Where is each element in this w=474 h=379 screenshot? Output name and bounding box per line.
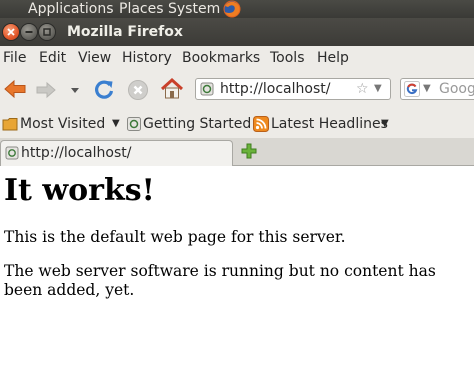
close-icon — [7, 28, 15, 36]
search-input[interactable]: Goog — [439, 79, 474, 99]
page-icon — [127, 117, 141, 131]
reload-icon[interactable] — [93, 79, 115, 101]
bookmark-getting-started[interactable]: Getting Started — [126, 110, 251, 138]
url-bar[interactable]: http://localhost/ ☆ ▼ — [195, 78, 391, 100]
most-visited-icon — [2, 118, 18, 131]
url-text[interactable]: http://localhost/ — [220, 79, 330, 99]
page-content: It works! This is the default web page f… — [0, 166, 474, 379]
close-button[interactable] — [3, 24, 19, 40]
bookmark-star-icon[interactable]: ☆ — [356, 81, 369, 97]
bookmark-most-visited[interactable]: Most Visited ▼ — [1, 110, 125, 138]
navigation-toolbar: http://localhost/ ☆ ▼ ▼ Goog — [0, 70, 474, 110]
chevron-down-icon: ▼ — [381, 118, 389, 129]
maximize-button[interactable] — [39, 24, 55, 40]
tab-strip: http://localhost/ — [0, 138, 474, 166]
stop-icon[interactable] — [127, 79, 149, 101]
bookmarks-toolbar: Most Visited ▼ Getting Started Latest He… — [0, 110, 474, 138]
tab-localhost[interactable]: http://localhost/ — [0, 140, 233, 166]
forward-arrow-icon[interactable] — [35, 81, 57, 99]
window-title: Mozilla Firefox — [67, 24, 183, 40]
system-menu[interactable]: System — [168, 0, 220, 18]
menu-help[interactable]: Help — [317, 46, 349, 70]
places-menu[interactable]: Places — [119, 0, 164, 18]
minimize-button[interactable] — [21, 24, 37, 40]
menu-bookmarks[interactable]: Bookmarks — [182, 46, 260, 70]
menu-view[interactable]: View — [78, 46, 111, 70]
applications-menu[interactable]: Applications — [28, 0, 114, 18]
rss-icon — [253, 116, 269, 132]
tab-label: http://localhost/ — [21, 145, 132, 161]
minimize-icon — [25, 31, 33, 33]
bookmark-label: Most Visited — [20, 116, 106, 132]
page-icon — [5, 146, 19, 160]
plus-icon[interactable] — [241, 143, 257, 159]
menu-edit[interactable]: Edit — [39, 46, 66, 70]
search-engine-dropdown-icon[interactable]: ▼ — [423, 81, 431, 97]
menubar: File Edit View History Bookmarks Tools H… — [0, 46, 474, 70]
url-dropdown-icon[interactable]: ▼ — [374, 81, 382, 97]
window-titlebar: Mozilla Firefox — [0, 18, 474, 46]
history-dropdown-icon[interactable] — [70, 87, 80, 95]
bookmark-latest-headlines[interactable]: Latest Headlines ▼ — [253, 110, 391, 138]
bookmark-label: Latest Headlines — [271, 116, 388, 132]
page-heading: It works! — [4, 173, 155, 208]
menu-history[interactable]: History — [122, 46, 172, 70]
page-paragraph: The web server software is running but n… — [4, 262, 436, 299]
top-panel: Applications Places System — [0, 0, 474, 18]
bookmark-label: Getting Started — [143, 116, 252, 132]
page-paragraph: This is the default web page for this se… — [4, 228, 346, 246]
chevron-down-icon: ▼ — [112, 118, 120, 129]
google-icon[interactable] — [404, 81, 420, 97]
back-arrow-icon[interactable] — [3, 79, 27, 99]
maximize-icon — [43, 28, 51, 36]
firefox-logo-icon[interactable] — [222, 0, 242, 18]
search-bar[interactable]: ▼ Goog — [400, 78, 474, 100]
menu-file[interactable]: File — [3, 46, 26, 70]
menu-tools[interactable]: Tools — [270, 46, 305, 70]
site-identity-icon[interactable] — [200, 82, 214, 96]
home-icon[interactable] — [160, 77, 184, 101]
